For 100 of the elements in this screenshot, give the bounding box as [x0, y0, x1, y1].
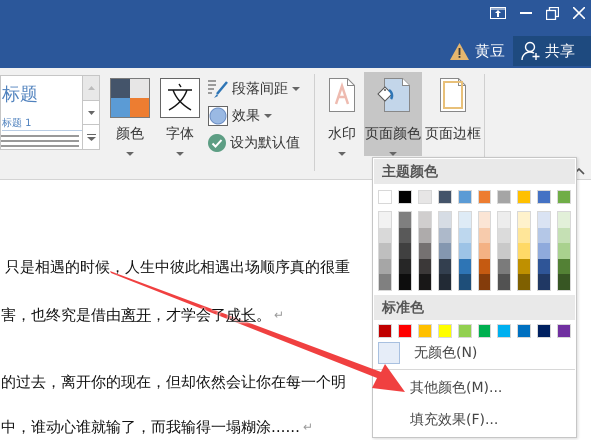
color-swatch[interactable]: [517, 324, 532, 338]
color-swatch[interactable]: [418, 274, 431, 290]
color-swatch[interactable]: [497, 190, 512, 204]
color-swatch[interactable]: [458, 324, 472, 338]
page-borders-button[interactable]: 页面边框: [424, 72, 482, 156]
color-swatch[interactable]: [538, 258, 550, 274]
scroll-down-icon[interactable]: [88, 110, 95, 114]
color-swatch[interactable]: [458, 243, 471, 259]
color-swatch[interactable]: [478, 258, 490, 274]
account-name[interactable]: 黄豆: [475, 42, 505, 60]
color-swatch[interactable]: [498, 258, 510, 274]
watermark-button[interactable]: 水印: [327, 72, 357, 156]
color-swatch[interactable]: [379, 228, 391, 244]
color-swatch[interactable]: [379, 212, 391, 228]
default-button[interactable]: 设为默认值: [208, 132, 300, 153]
color-swatch[interactable]: [537, 324, 552, 338]
color-swatch[interactable]: [458, 258, 471, 274]
color-swatch[interactable]: [458, 190, 472, 204]
color-swatch[interactable]: [558, 243, 570, 259]
color-swatch[interactable]: [478, 228, 490, 244]
effects-icon: [208, 106, 228, 126]
paragraph-mark: ↵: [302, 420, 314, 434]
color-swatch[interactable]: [398, 243, 411, 259]
fonts-button[interactable]: 字体: [160, 72, 200, 156]
style-preview-subheading: 标题 1: [2, 116, 82, 131]
color-swatch[interactable]: [458, 274, 471, 290]
color-swatch[interactable]: [438, 243, 451, 259]
color-swatch[interactable]: [378, 324, 392, 338]
color-swatch[interactable]: [438, 274, 451, 290]
color-swatch[interactable]: [398, 258, 411, 274]
style-gallery[interactable]: 标题 标题 1: [0, 75, 100, 150]
color-swatch[interactable]: [398, 228, 411, 244]
color-swatch[interactable]: [418, 243, 431, 259]
theme-colors-icon: [110, 78, 150, 118]
paragraph-mark: ↵: [274, 308, 284, 322]
effects-button[interactable]: 效果: [208, 105, 300, 126]
scroll-up-icon[interactable]: [88, 86, 95, 90]
color-swatch[interactable]: [498, 243, 510, 259]
ribbon-display-icon[interactable]: [490, 7, 506, 19]
color-swatch[interactable]: [478, 274, 490, 290]
color-swatch[interactable]: [518, 258, 530, 274]
color-swatch[interactable]: [438, 212, 451, 228]
color-swatch[interactable]: [498, 274, 510, 290]
more-colors-item[interactable]: 其他颜色(M)...: [374, 372, 575, 404]
color-swatch[interactable]: [438, 190, 452, 204]
page-color-icon: [376, 78, 410, 112]
color-swatch[interactable]: [537, 190, 552, 204]
color-swatch[interactable]: [518, 228, 530, 244]
theme-colors-button[interactable]: 颜色: [110, 72, 150, 156]
color-swatch[interactable]: [518, 243, 530, 259]
page-color-button[interactable]: 页面颜色: [364, 72, 422, 156]
color-swatch[interactable]: [478, 190, 492, 204]
add-person-icon: [521, 41, 541, 61]
color-swatch[interactable]: [557, 190, 572, 204]
color-swatch[interactable]: [558, 258, 570, 274]
color-swatch[interactable]: [558, 212, 570, 228]
color-swatch[interactable]: [538, 212, 550, 228]
color-swatch[interactable]: [379, 274, 391, 290]
warning-icon[interactable]: [450, 42, 469, 60]
color-swatch[interactable]: [518, 274, 530, 290]
restore-icon[interactable]: [546, 6, 559, 20]
color-swatch[interactable]: [518, 212, 530, 228]
color-swatch[interactable]: [458, 212, 471, 228]
color-swatch[interactable]: [478, 243, 490, 259]
color-swatch[interactable]: [497, 324, 512, 338]
spacing-button[interactable]: 段落间距: [208, 78, 300, 99]
color-swatch[interactable]: [418, 212, 431, 228]
color-swatch[interactable]: [538, 274, 550, 290]
color-swatch[interactable]: [418, 324, 432, 338]
more-styles-icon[interactable]: [86, 134, 96, 141]
color-swatch[interactable]: [378, 190, 392, 204]
color-swatch[interactable]: [398, 190, 412, 204]
color-swatch[interactable]: [458, 228, 471, 244]
color-swatch[interactable]: [418, 228, 431, 244]
color-swatch[interactable]: [517, 190, 532, 204]
color-swatch[interactable]: [478, 212, 490, 228]
color-swatch[interactable]: [538, 228, 550, 244]
color-swatch[interactable]: [398, 212, 411, 228]
color-swatch[interactable]: [557, 324, 572, 338]
color-swatch[interactable]: [398, 324, 412, 338]
color-swatch[interactable]: [498, 228, 510, 244]
share-button[interactable]: 共享: [513, 36, 591, 66]
no-color-item[interactable]: 无颜色(N): [374, 338, 575, 368]
paragraph-text: 只是相遇的时候，人生中彼此相遇出场顺序真的很重: [5, 256, 350, 278]
color-swatch[interactable]: [478, 324, 492, 338]
close-icon[interactable]: [573, 7, 585, 19]
color-swatch[interactable]: [438, 324, 452, 338]
color-swatch[interactable]: [438, 258, 451, 274]
color-swatch[interactable]: [438, 228, 451, 244]
color-swatch[interactable]: [418, 258, 431, 274]
color-swatch[interactable]: [498, 212, 510, 228]
color-swatch[interactable]: [418, 190, 432, 204]
fill-effects-item[interactable]: 填充效果(F)...: [374, 404, 575, 436]
color-swatch[interactable]: [398, 274, 411, 290]
color-swatch[interactable]: [558, 228, 570, 244]
color-swatch[interactable]: [538, 243, 550, 259]
color-swatch[interactable]: [558, 274, 570, 290]
color-swatch[interactable]: [379, 258, 391, 274]
paragraph-text: 中，谁动心谁就输了，而我输得一塌糊涂......: [1, 416, 300, 438]
color-swatch[interactable]: [379, 243, 391, 259]
